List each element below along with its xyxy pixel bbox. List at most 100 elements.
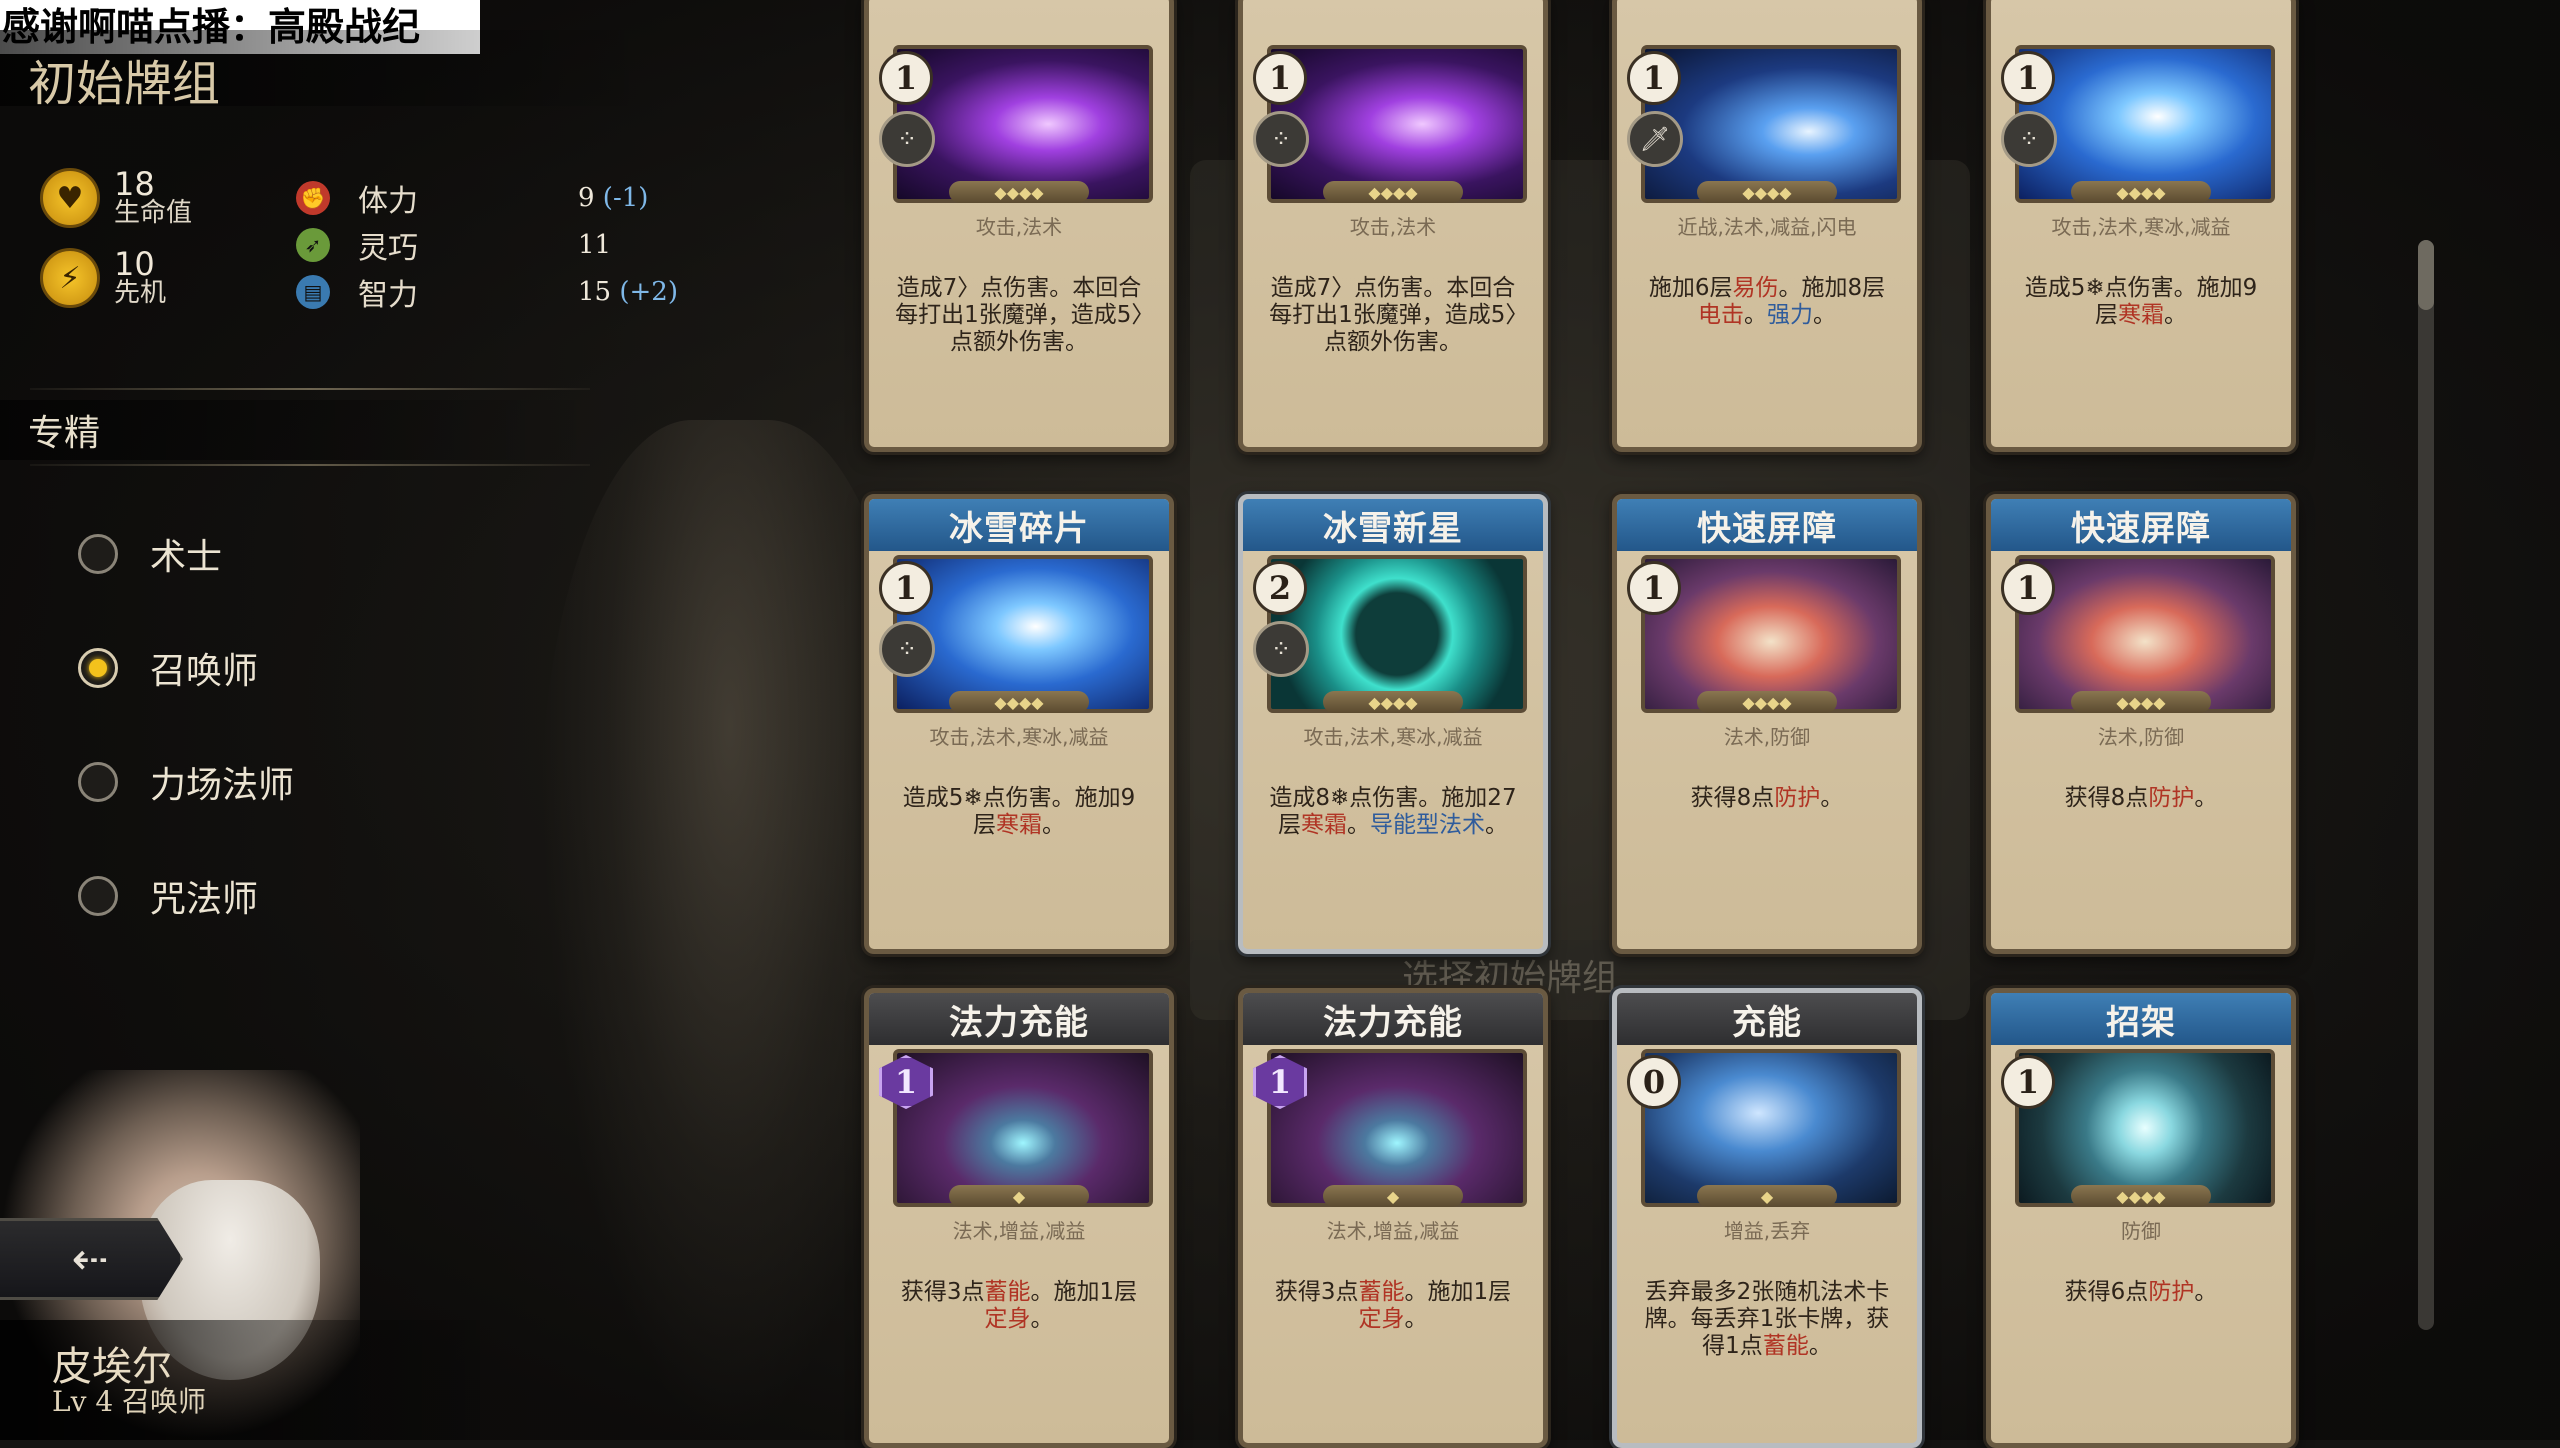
card-tags: 攻击,法术 bbox=[975, 215, 1063, 239]
spec-label: 召唤师 bbox=[150, 651, 259, 692]
card-cost: 1 bbox=[2001, 51, 2055, 105]
card-art bbox=[893, 555, 1153, 713]
card[interactable]: 冰雪新星 2 ⁘ ◆◆◆◆ 攻击,法术,寒冰,减益 造成8❄点伤害。施加27层寒霜。导能型… bbox=[1238, 494, 1548, 954]
fist-icon: ✊ bbox=[296, 181, 330, 215]
card-description: 获得3点蓄能。施加1层定身。 bbox=[1274, 1279, 1512, 1332]
card-description: 获得3点蓄能。施加1层定身。 bbox=[900, 1279, 1138, 1332]
spec-radio[interactable] bbox=[78, 648, 118, 688]
card-art bbox=[893, 45, 1153, 203]
card-tags: 法术,增益,减益 bbox=[1326, 1219, 1460, 1243]
attribute-name: 体力 bbox=[358, 184, 418, 219]
card-tags: 攻击,法术,寒冰,减益 bbox=[1303, 725, 1483, 749]
card[interactable]: 快速屏障 1 ◆◆◆◆ 法术,防御 获得8点防护。 bbox=[1986, 494, 2296, 954]
attribute-name: 灵巧 bbox=[358, 231, 418, 266]
card-title: 法力充能 bbox=[1243, 993, 1543, 1045]
card-tags: 防御 bbox=[2121, 1219, 2161, 1243]
spec-radio[interactable] bbox=[78, 534, 118, 574]
card-cost: 1 bbox=[2001, 1055, 2055, 1109]
card-rarity-gems: ◆◆◆◆ bbox=[1323, 181, 1463, 203]
initiative-value: 10 bbox=[114, 245, 155, 283]
card-rarity-gems: ◆◆◆◆ bbox=[2071, 181, 2211, 203]
spec-option[interactable]: 召唤师 bbox=[78, 642, 258, 694]
initiative-stat: ⚡ 10 先机 bbox=[40, 248, 166, 308]
card-description: 造成8❄点伤害。施加27层寒霜。导能型法术。 bbox=[1269, 785, 1517, 838]
card-rarity-gems: ◆ bbox=[949, 1185, 1089, 1207]
card-art bbox=[2015, 555, 2275, 713]
background-wizard-illustration bbox=[540, 420, 920, 1440]
card-description: 造成5❄点伤害。施加9层寒霜。 bbox=[2024, 275, 2258, 328]
card-tags: 法术,防御 bbox=[1723, 725, 1811, 749]
spec-radio[interactable] bbox=[78, 876, 118, 916]
card-rarity-gems: ◆◆◆◆ bbox=[1697, 691, 1837, 713]
dice-icon: ⁘ bbox=[1253, 621, 1309, 677]
card-title: 冰雪碎片 bbox=[869, 499, 1169, 551]
card-rarity-gems: ◆◆◆◆ bbox=[2071, 691, 2211, 713]
hp-label: 生命值 bbox=[114, 198, 193, 228]
card-title: 法力充能 bbox=[869, 993, 1169, 1045]
spec-option[interactable]: 术士 bbox=[78, 528, 222, 580]
spec-option[interactable]: 咒法师 bbox=[78, 870, 258, 922]
card[interactable]: 1 🗡 ◆◆◆◆ 近战,法术,减益,闪电 施加6层易伤。施加8层电击。强力。 bbox=[1612, 0, 1922, 452]
divider bbox=[30, 464, 590, 466]
spec-option[interactable]: 力场法师 bbox=[78, 756, 294, 808]
card-art bbox=[1267, 555, 1527, 713]
card-title: 招架 bbox=[1991, 993, 2291, 1045]
dice-icon: ⁘ bbox=[2001, 111, 2057, 167]
card-rarity-gems: ◆ bbox=[1323, 1185, 1463, 1207]
card[interactable]: 快速屏障 1 ◆◆◆◆ 法术,防御 获得8点防护。 bbox=[1612, 494, 1922, 954]
card[interactable]: 法力充能 1 ◆ 法术,增益,减益 获得3点蓄能。施加1层定身。 bbox=[864, 988, 1174, 1448]
card-art bbox=[1641, 555, 1901, 713]
dice-icon: ⁘ bbox=[1253, 111, 1309, 167]
card-cost: 1 bbox=[1627, 561, 1681, 615]
scrollbar-track[interactable] bbox=[2418, 240, 2434, 1330]
deck-title: 初始牌组 bbox=[28, 56, 221, 112]
running-icon: ➶ bbox=[296, 228, 330, 262]
card-tags: 法术,增益,减益 bbox=[952, 1219, 1086, 1243]
spec-title: 专精 bbox=[28, 413, 101, 454]
card-rarity-gems: ◆ bbox=[1697, 1185, 1837, 1207]
card-cost: 1 bbox=[2001, 561, 2055, 615]
card-title: 充能 bbox=[1617, 993, 1917, 1045]
character-level-class: Lv 4 召唤师 bbox=[52, 1385, 207, 1418]
card-description: 获得8点防护。 bbox=[1690, 785, 1844, 811]
card-cost: 2 bbox=[1253, 561, 1307, 615]
card-cost: 1 bbox=[1253, 51, 1307, 105]
card[interactable]: 招架 1 ◆◆◆◆ 防御 获得6点防护。 bbox=[1986, 988, 2296, 1448]
attribute-value-number: 11 bbox=[578, 230, 612, 260]
card-rarity-gems: ◆◆◆◆ bbox=[949, 691, 1089, 713]
card-rarity-gems: ◆◆◆◆ bbox=[949, 181, 1089, 203]
card-rarity-gems: ◆◆◆◆ bbox=[1323, 691, 1463, 713]
book-icon: ▤ bbox=[296, 275, 330, 309]
divider bbox=[30, 388, 590, 390]
initiative-label: 先机 bbox=[114, 278, 167, 308]
back-button[interactable]: ⇠ bbox=[0, 1218, 183, 1300]
attribute-modifier: (-1) bbox=[594, 183, 649, 213]
attribute-row: ✊ 体力 9 (-1) bbox=[296, 176, 648, 220]
back-arrow-icon: ⇠ bbox=[71, 1233, 109, 1285]
attribute-row: ➶ 灵巧 11 bbox=[296, 223, 611, 267]
hp-stat: ♥ 18 生命值 bbox=[40, 168, 192, 228]
card-tags: 攻击,法术,寒冰,减益 bbox=[929, 725, 1109, 749]
initiative-icon: ⚡ bbox=[40, 248, 100, 308]
card-cost: 1 bbox=[879, 51, 933, 105]
card[interactable]: 1 ⁘ ◆◆◆◆ 攻击,法术,寒冰,减益 造成5❄点伤害。施加9层寒霜。 bbox=[1986, 0, 2296, 452]
card[interactable]: 1 ⁘ ◆◆◆◆ 攻击,法术 造成7〉点伤害。本回合每打出1张魔弹，造成5〉点额外伤害。 bbox=[1238, 0, 1548, 452]
card-art bbox=[1267, 45, 1527, 203]
card-tags: 增益,丢弃 bbox=[1723, 1219, 1811, 1243]
card[interactable]: 充能 0 ◆ 增益,丢弃 丢弃最多2张随机法术卡牌。每丢弃1张卡牌，获得1点蓄能。 bbox=[1612, 988, 1922, 1448]
card[interactable]: 1 ⁘ ◆◆◆◆ 攻击,法术 造成7〉点伤害。本回合每打出1张魔弹，造成5〉点额外伤害。 bbox=[864, 0, 1174, 452]
card-tags: 法术,防御 bbox=[2097, 725, 2185, 749]
card-art bbox=[1641, 45, 1901, 203]
card-art bbox=[2015, 1049, 2275, 1207]
card-description: 获得8点防护。 bbox=[2064, 785, 2218, 811]
card[interactable]: 冰雪碎片 1 ⁘ ◆◆◆◆ 攻击,法术,寒冰,减益 造成5❄点伤害。施加9层寒霜。 bbox=[864, 494, 1174, 954]
attribute-row: ▤ 智力 15 (+2) bbox=[296, 270, 678, 314]
scrollbar-thumb[interactable] bbox=[2418, 240, 2434, 310]
hp-value: 18 bbox=[114, 165, 155, 203]
attribute-name: 智力 bbox=[358, 278, 418, 313]
card[interactable]: 法力充能 1 ◆ 法术,增益,减益 获得3点蓄能。施加1层定身。 bbox=[1238, 988, 1548, 1448]
attribute-value: 11 bbox=[578, 230, 611, 260]
card-rarity-gems: ◆◆◆◆ bbox=[1697, 181, 1837, 203]
spec-radio[interactable] bbox=[78, 762, 118, 802]
card-description: 丢弃最多2张随机法术卡牌。每丢弃1张卡牌，获得1点蓄能。 bbox=[1644, 1279, 1890, 1359]
